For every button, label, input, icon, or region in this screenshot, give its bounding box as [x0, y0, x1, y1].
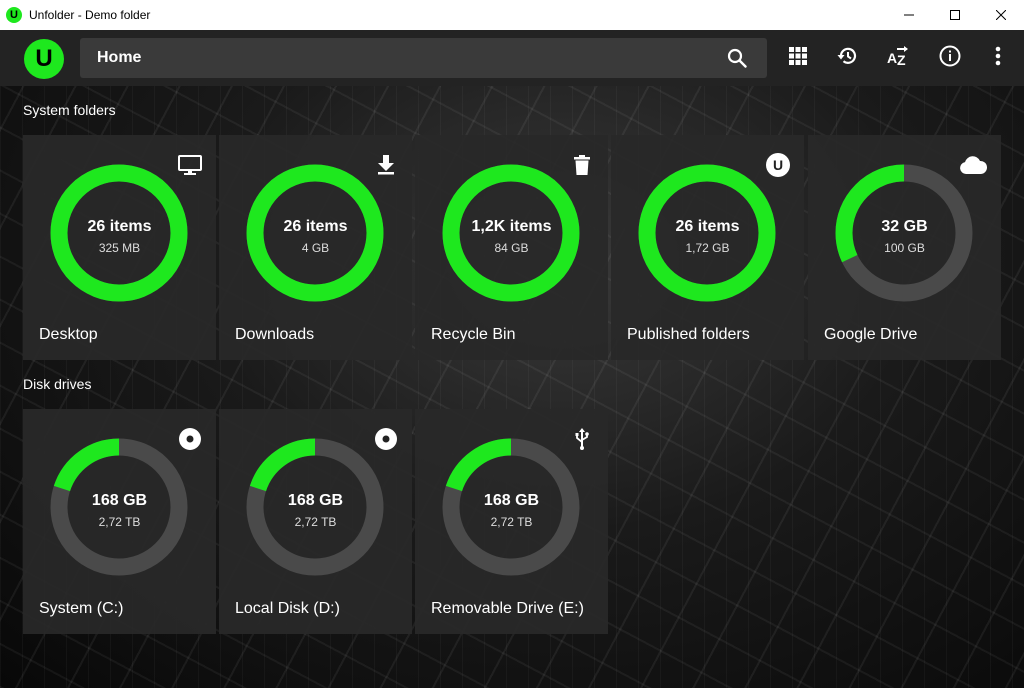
drive-tile-removable-e[interactable]: 168 GB 2,72 TB Removable Drive (E:): [415, 409, 608, 634]
folder-tile-published-folders[interactable]: U 26 items 1,72 GB Published folders: [611, 135, 804, 360]
more-options-button[interactable]: [986, 44, 1010, 68]
sort-az-button[interactable]: A Z: [886, 44, 910, 68]
folder-tile-downloads[interactable]: 26 items 4 GB Downloads: [219, 135, 412, 360]
app-bar: U Home A Z: [0, 30, 1024, 86]
tile-sub-value: 2,72 TB: [98, 515, 141, 529]
window-titlebar: U Unfolder - Demo folder: [0, 0, 1024, 30]
tile-sub-value: 2,72 TB: [294, 515, 337, 529]
tile-label: Downloads: [235, 326, 315, 343]
close-button[interactable]: [978, 0, 1024, 30]
search-icon[interactable]: [727, 48, 747, 68]
maximize-button[interactable]: [932, 0, 978, 30]
tile-sub-value: 84 GB: [494, 241, 529, 255]
tile-main-value: 26 items: [675, 218, 740, 235]
drive-tile-local-disk-d[interactable]: 168 GB 2,72 TB Local Disk (D:): [219, 409, 412, 634]
svg-text:A: A: [887, 50, 897, 66]
history-button[interactable]: [836, 44, 860, 68]
section-title-system-folders: System folders: [23, 102, 116, 118]
drive-tile-system-c[interactable]: 168 GB 2,72 TB System (C:): [23, 409, 216, 634]
tile-label: System (C:): [39, 600, 124, 617]
folder-tile-desktop[interactable]: 26 items 325 MB Desktop: [23, 135, 216, 360]
svg-text:Z: Z: [897, 52, 906, 68]
history-icon: [837, 47, 857, 64]
disk-icon: [178, 427, 202, 451]
maximize-icon: [950, 10, 960, 20]
tile-main-value: 1,2K items: [471, 218, 552, 235]
download-icon: [374, 153, 398, 177]
folder-tile-recycle-bin[interactable]: 1,2K items 84 GB Recycle Bin: [415, 135, 608, 360]
sort-az-icon: A Z: [887, 46, 908, 68]
usb-icon: [570, 427, 594, 451]
app-icon: U: [6, 7, 22, 23]
grid-icon: [789, 47, 807, 65]
tile-sub-value: 4 GB: [301, 241, 330, 255]
tile-label: Local Disk (D:): [235, 600, 340, 617]
tile-sub-value: 2,72 TB: [490, 515, 533, 529]
tile-sub-value: 1,72 GB: [685, 241, 730, 255]
tile-main-value: 26 items: [87, 218, 152, 235]
tile-main-value: 168 GB: [91, 492, 148, 509]
location-search-bar[interactable]: Home: [80, 38, 767, 78]
more-vertical-icon: [995, 46, 1001, 66]
info-icon: [939, 45, 961, 67]
monitor-icon: [178, 153, 202, 177]
app-logo[interactable]: U: [24, 39, 64, 79]
tile-label: Desktop: [39, 326, 98, 343]
window-title: Unfolder - Demo folder: [29, 8, 151, 22]
disk-icon: [374, 427, 398, 451]
svg-text:U: U: [773, 157, 783, 173]
tile-label: Google Drive: [824, 326, 918, 343]
location-label: Home: [97, 49, 142, 66]
close-icon: [996, 10, 1006, 20]
minimize-button[interactable]: [886, 0, 932, 30]
grid-view-button[interactable]: [786, 44, 810, 68]
tile-sub-value: 100 GB: [884, 241, 925, 255]
info-button[interactable]: [938, 44, 962, 68]
tile-label: Removable Drive (E:): [431, 600, 584, 617]
tile-main-value: 26 items: [283, 218, 348, 235]
cloud-icon: [959, 153, 987, 177]
tile-sub-value: 325 MB: [98, 241, 141, 255]
minimize-icon: [904, 14, 914, 16]
trash-icon: [570, 153, 594, 177]
unfolder-logo-icon: U: [766, 153, 790, 177]
tile-label: Recycle Bin: [431, 326, 516, 343]
tile-label: Published folders: [627, 326, 750, 343]
folder-tile-google-drive[interactable]: 32 GB 100 GB Google Drive: [808, 135, 1001, 360]
main-area: U Home A Z System folders 26 items 325 M…: [0, 30, 1024, 688]
tile-main-value: 168 GB: [287, 492, 344, 509]
tile-main-value: 32 GB: [881, 218, 928, 235]
tile-main-value: 168 GB: [483, 492, 540, 509]
section-title-disk-drives: Disk drives: [23, 376, 92, 392]
